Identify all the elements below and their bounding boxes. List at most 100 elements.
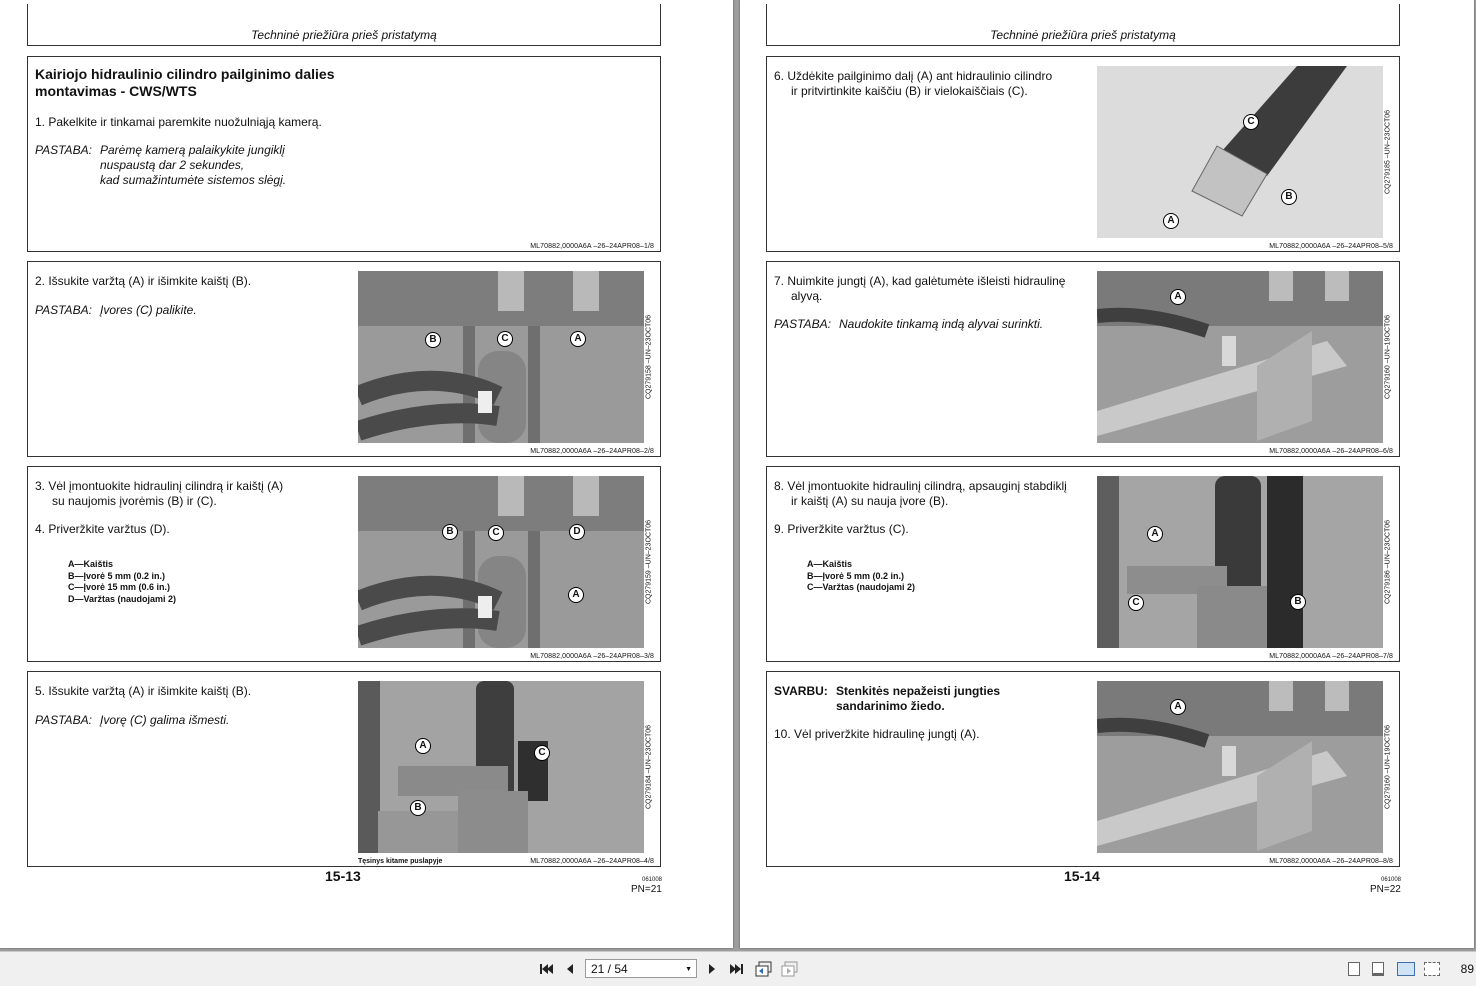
- step-3: 3. Vėl įmontuokite hidraulinį cilindrą i…: [35, 479, 283, 509]
- next-page-glyph: [709, 964, 715, 974]
- step-8-line2: ir kaištį (A) su nauja įvore (B).: [791, 494, 949, 508]
- instruction-block-3: 3. Vėl įmontuokite hidraulinį cilindrą i…: [27, 466, 661, 662]
- left-page: Techninė priežiūra prieš pristatymą Kair…: [0, 0, 733, 948]
- header-title: Techninė priežiūra prieš pristatymą: [251, 28, 437, 42]
- callout-d: D: [569, 524, 585, 540]
- step-6-line1: 6. Uždėkite pailginimo dalį (A) ant hidr…: [774, 69, 1053, 83]
- important-label: SVARBU:: [774, 684, 828, 698]
- step-8: 8. Vėl įmontuokite hidraulinį cilindrą, …: [774, 479, 1067, 509]
- callout-a: A: [570, 331, 586, 347]
- note-label: PASTABA:: [35, 713, 92, 727]
- page-number-select[interactable]: 21 / 54 ▼: [585, 959, 697, 978]
- callout-b: B: [1290, 594, 1306, 610]
- note-label: PASTABA:: [35, 143, 92, 157]
- legend-item: A—Kaištis: [68, 559, 114, 569]
- important-line1: Stenkitės nepažeisti jungties: [836, 684, 1001, 698]
- note-line3: kad sumažintumėte sistemos slėgį.: [100, 173, 287, 187]
- instruction-block-5: 6. Uždėkite pailginimo dalį (A) ant hidr…: [766, 56, 1400, 252]
- photo-illustration: [358, 271, 644, 443]
- note-text: Naudokite tinkamą indą alyvai surinkti.: [839, 317, 1044, 331]
- note-text: Įvorę (C) galima išmesti.: [100, 713, 230, 727]
- photo-hydraulic-cylinder: A C B: [358, 681, 644, 853]
- important-text: Stenkitės nepažeisti jungties sandarinim…: [836, 684, 1000, 714]
- photo-code: CQ279186 –UN–23OCT06: [1382, 476, 1394, 648]
- callout-b: B: [442, 524, 458, 540]
- callout-b: B: [425, 332, 441, 348]
- reference-code: ML70882,0000A6A –26–24APR08–8/8: [1269, 858, 1393, 865]
- step-1: 1. Pakelkite ir tinkamai paremkite nuožu…: [35, 115, 322, 129]
- callout-a: A: [1170, 699, 1186, 715]
- photo-code: CQ279185 –UN–23OCT06: [1382, 66, 1394, 238]
- reference-code: ML70882,0000A6A –26–24APR08–3/8: [530, 653, 654, 660]
- photo-code: CQ279160 –UN–19OCT06: [1382, 271, 1394, 443]
- previous-page-glyph: [567, 964, 573, 974]
- photo-code-text: CQ279186 –UN–23OCT06: [1384, 519, 1392, 605]
- photo-illustration: [1097, 681, 1383, 853]
- first-page-icon[interactable]: [538, 961, 554, 977]
- page-number: 15-13: [325, 868, 361, 884]
- pn-label: PN=21: [631, 884, 662, 895]
- callout-c: C: [1243, 114, 1259, 130]
- photo-cylinder-extension: C B A: [1097, 66, 1383, 238]
- continuous-view-icon[interactable]: [1372, 962, 1384, 976]
- step-3-line2: su naujomis įvorėmis (B) ir (C).: [52, 494, 217, 508]
- page-header: Techninė priežiūra prieš pristatymą: [766, 4, 1400, 46]
- photo-code-text: CQ279158 –UN–23OCT06: [645, 314, 653, 400]
- photo-illustration: [1097, 476, 1383, 648]
- right-page: Techninė priežiūra prieš pristatymą 6. U…: [740, 0, 1474, 948]
- previous-page-icon[interactable]: [562, 961, 578, 977]
- photo-code: CQ279160 –UN–19OCT06: [1382, 681, 1394, 853]
- two-page-view-icon[interactable]: [1397, 962, 1415, 976]
- section-title-line2: montavimas - CWS/WTS: [35, 83, 197, 99]
- photo-hydraulic-fitting: A: [1097, 271, 1383, 443]
- step-7-line2: alyvą.: [791, 289, 823, 303]
- parts-legend: A—Kaištis B—Įvorė 5 mm (0.2 in.) C—Įvorė…: [68, 559, 176, 605]
- go-forward-view-icon[interactable]: [781, 961, 798, 977]
- step-9: 9. Priveržkite varžtus (C).: [774, 522, 909, 536]
- print-date: 061008: [1381, 877, 1402, 883]
- reference-code: ML70882,0000A6A –26–24APR08–7/8: [1269, 653, 1393, 660]
- step-8-line1: 8. Vėl įmontuokite hidraulinį cilindrą, …: [774, 479, 1067, 493]
- instruction-block-6: 7. Nuimkite jungtį (A), kad galėtumėte i…: [766, 261, 1400, 457]
- instruction-block-2: 2. Išsukite varžtą (A) ir išimkite kaišt…: [27, 261, 661, 457]
- go-back-view-glyph: [755, 961, 772, 977]
- continuous-two-page-view-icon[interactable]: [1424, 962, 1440, 976]
- legend-item: C—Varžtas (naudojami 2): [807, 582, 916, 592]
- photo-illustration: [1097, 271, 1383, 443]
- chevron-down-icon: ▼: [685, 966, 692, 973]
- step-6-line2: ir pritvirtinkite kaiščiu (B) ir vieloka…: [791, 84, 1028, 98]
- step-4: 4. Priveržkite varžtus (D).: [35, 522, 170, 536]
- callout-c: C: [488, 525, 504, 541]
- legend-item: B—Įvorė 5 mm (0.2 in.): [807, 570, 905, 581]
- photo-code-text: CQ279184 –UN–23OCT06: [645, 724, 653, 810]
- section-title-line1: Kairiojo hidraulinio cilindro pailginimo…: [35, 66, 335, 82]
- reference-code: ML70882,0000A6A –26–24APR08–5/8: [1269, 243, 1393, 250]
- note-label: PASTABA:: [774, 317, 831, 331]
- first-page-glyph: [540, 964, 553, 974]
- last-page-icon[interactable]: [729, 961, 745, 977]
- callout-a: A: [1170, 289, 1186, 305]
- photo-code-text: CQ279185 –UN–23OCT06: [1384, 109, 1392, 195]
- go-back-view-icon[interactable]: [755, 961, 772, 977]
- legend-item: D—Varžtas (naudojami 2): [68, 593, 177, 604]
- callout-b: B: [410, 800, 426, 816]
- photo-code: CQ279184 –UN–23OCT06: [643, 681, 655, 853]
- instruction-block-1: Kairiojo hidraulinio cilindro pailginimo…: [27, 56, 661, 252]
- section-title: Kairiojo hidraulinio cilindro pailginimo…: [35, 66, 334, 100]
- parts-legend: A—Kaištis B—Įvorė 5 mm (0.2 in.) C—Varžt…: [807, 559, 915, 594]
- callout-a: A: [1163, 213, 1179, 229]
- photo-illustration: [358, 476, 644, 648]
- continued-note: Tęsinys kitame puslapyje: [358, 858, 443, 865]
- print-date: 061008: [642, 877, 663, 883]
- photo-illustration: [358, 681, 644, 853]
- legend-item: B—Įvorė 5 mm (0.2 in.): [68, 570, 166, 581]
- step-10: 10. Vėl priveržkite hidraulinę jungtį (A…: [774, 727, 980, 741]
- callout-b: B: [1281, 189, 1297, 205]
- page-number: 15-14: [1064, 868, 1100, 884]
- next-page-icon[interactable]: [704, 961, 720, 977]
- single-page-view-icon[interactable]: [1348, 962, 1360, 976]
- photo-code-text: CQ279159 –UN–23OCT06: [645, 519, 653, 605]
- last-page-glyph: [730, 964, 743, 974]
- zoom-level[interactable]: 89: [1461, 962, 1474, 976]
- instruction-block-8: SVARBU: Stenkitės nepažeisti jungties sa…: [766, 671, 1400, 867]
